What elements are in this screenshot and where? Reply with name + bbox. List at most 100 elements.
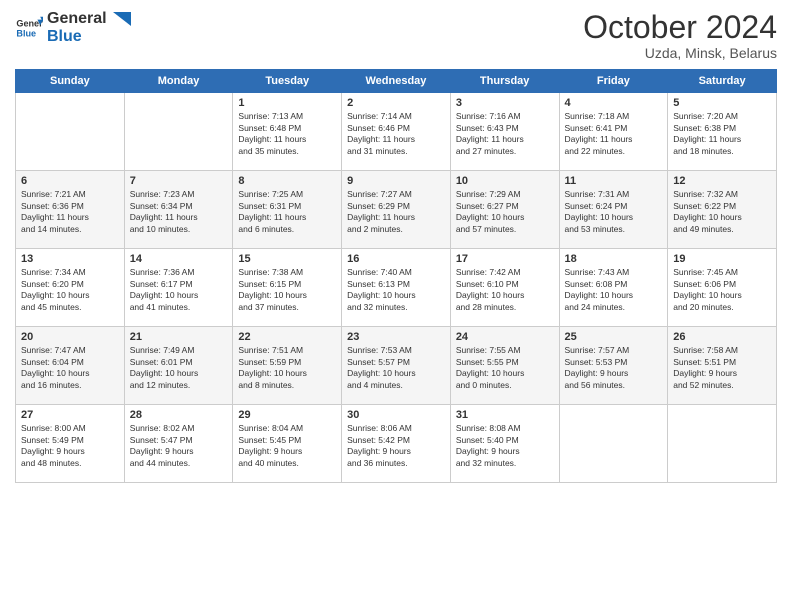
day-number: 16 [347, 253, 445, 265]
day-cell: 23 Sunrise: 7:53 AM Sunset: 5:57 PM Dayli… [342, 327, 451, 405]
day-number: 31 [456, 409, 554, 421]
day-number: 11 [565, 175, 663, 187]
day-detail: Sunrise: 7:27 AM Sunset: 6:29 PM Dayligh… [347, 189, 445, 235]
day-cell: 5Sunrise: 7:20 AM Sunset: 6:38 PM Daylig… [668, 93, 777, 171]
day-number: 17 [456, 253, 554, 265]
day-cell [668, 405, 777, 483]
day-detail: Sunrise: 7:36 AM Sunset: 6:17 PM Dayligh… [130, 267, 228, 313]
location-subtitle: Uzda, Minsk, Belarus [583, 45, 777, 61]
day-number: 4 [565, 97, 663, 109]
day-detail: Sunrise: 8:08 AM Sunset: 5:40 PM Dayligh… [456, 423, 554, 469]
day-cell: 21 Sunrise: 7:49 AM Sunset: 6:01 PM Dayli… [124, 327, 233, 405]
header-saturday: Saturday [668, 70, 777, 93]
logo-icon: General Blue [15, 14, 43, 42]
day-cell: 31 Sunrise: 8:08 AM Sunset: 5:40 PM Dayli… [450, 405, 559, 483]
day-cell: 25 Sunrise: 7:57 AM Sunset: 5:53 PM Dayli… [559, 327, 668, 405]
day-cell: 20 Sunrise: 7:47 AM Sunset: 6:04 PM Dayli… [16, 327, 125, 405]
day-detail: Sunrise: 8:04 AM Sunset: 5:45 PM Dayligh… [238, 423, 336, 469]
calendar-table: SundayMondayTuesdayWednesdayThursdayFrid… [15, 69, 777, 483]
day-cell: 15Sunrise: 7:38 AM Sunset: 6:15 PM Dayli… [233, 249, 342, 327]
day-number: 14 [130, 253, 228, 265]
day-detail: Sunrise: 7:32 AM Sunset: 6:22 PM Dayligh… [673, 189, 771, 235]
logo-blue: Blue [47, 28, 131, 46]
week-row-4: 20 Sunrise: 7:47 AM Sunset: 6:04 PM Dayli… [16, 327, 777, 405]
day-detail: Sunrise: 7:49 AM Sunset: 6:01 PM Dayligh… [130, 345, 228, 391]
day-detail: Sunrise: 7:45 AM Sunset: 6:06 PM Dayligh… [673, 267, 771, 313]
day-detail: Sunrise: 7:51 AM Sunset: 5:59 PM Dayligh… [238, 345, 336, 391]
day-number: 1 [238, 97, 336, 109]
logo: General Blue General Blue [15, 10, 131, 45]
day-detail: Sunrise: 7:55 AM Sunset: 5:55 PM Dayligh… [456, 345, 554, 391]
day-detail: Sunrise: 7:16 AM Sunset: 6:43 PM Dayligh… [456, 111, 554, 157]
calendar-page: General Blue General Blue October 2024 U… [0, 0, 792, 612]
day-detail: Sunrise: 7:42 AM Sunset: 6:10 PM Dayligh… [456, 267, 554, 313]
day-number: 2 [347, 97, 445, 109]
day-detail: Sunrise: 7:58 AM Sunset: 5:51 PM Dayligh… [673, 345, 771, 391]
day-cell [124, 93, 233, 171]
day-cell: 17 Sunrise: 7:42 AM Sunset: 6:10 PM Dayli… [450, 249, 559, 327]
day-detail: Sunrise: 7:20 AM Sunset: 6:38 PM Dayligh… [673, 111, 771, 157]
day-number: 24 [456, 331, 554, 343]
header: General Blue General Blue October 2024 U… [15, 10, 777, 61]
day-cell: 18Sunrise: 7:43 AM Sunset: 6:08 PM Dayli… [559, 249, 668, 327]
day-detail: Sunrise: 7:57 AM Sunset: 5:53 PM Dayligh… [565, 345, 663, 391]
logo-arrow [113, 12, 131, 26]
day-detail: Sunrise: 7:47 AM Sunset: 6:04 PM Dayligh… [21, 345, 119, 391]
week-row-2: 6Sunrise: 7:21 AM Sunset: 6:36 PM Daylig… [16, 171, 777, 249]
day-detail: Sunrise: 7:18 AM Sunset: 6:41 PM Dayligh… [565, 111, 663, 157]
day-number: 22 [238, 331, 336, 343]
day-number: 3 [456, 97, 554, 109]
day-cell: 30Sunrise: 8:06 AM Sunset: 5:42 PM Dayli… [342, 405, 451, 483]
title-block: October 2024 Uzda, Minsk, Belarus [583, 10, 777, 61]
day-number: 10 [456, 175, 554, 187]
logo-general: General [47, 10, 131, 28]
header-thursday: Thursday [450, 70, 559, 93]
day-detail: Sunrise: 7:25 AM Sunset: 6:31 PM Dayligh… [238, 189, 336, 235]
day-cell: 29Sunrise: 8:04 AM Sunset: 5:45 PM Dayli… [233, 405, 342, 483]
day-number: 9 [347, 175, 445, 187]
day-detail: Sunrise: 7:31 AM Sunset: 6:24 PM Dayligh… [565, 189, 663, 235]
day-cell: 28 Sunrise: 8:02 AM Sunset: 5:47 PM Dayli… [124, 405, 233, 483]
day-number: 23 [347, 331, 445, 343]
week-row-1: 1 Sunrise: 7:13 AM Sunset: 6:48 PM Daylig… [16, 93, 777, 171]
day-cell [559, 405, 668, 483]
day-cell: 27Sunrise: 8:00 AM Sunset: 5:49 PM Dayli… [16, 405, 125, 483]
day-number: 8 [238, 175, 336, 187]
day-detail: Sunrise: 8:06 AM Sunset: 5:42 PM Dayligh… [347, 423, 445, 469]
day-cell: 7Sunrise: 7:23 AM Sunset: 6:34 PM Daylig… [124, 171, 233, 249]
day-number: 28 [130, 409, 228, 421]
day-cell: 6Sunrise: 7:21 AM Sunset: 6:36 PM Daylig… [16, 171, 125, 249]
day-detail: Sunrise: 7:38 AM Sunset: 6:15 PM Dayligh… [238, 267, 336, 313]
day-number: 25 [565, 331, 663, 343]
header-sunday: Sunday [16, 70, 125, 93]
header-friday: Friday [559, 70, 668, 93]
day-number: 20 [21, 331, 119, 343]
day-detail: Sunrise: 7:53 AM Sunset: 5:57 PM Dayligh… [347, 345, 445, 391]
day-number: 19 [673, 253, 771, 265]
day-cell: 12Sunrise: 7:32 AM Sunset: 6:22 PM Dayli… [668, 171, 777, 249]
day-cell: 8 Sunrise: 7:25 AM Sunset: 6:31 PM Daylig… [233, 171, 342, 249]
day-detail: Sunrise: 7:13 AM Sunset: 6:48 PM Dayligh… [238, 111, 336, 157]
day-cell: 9 Sunrise: 7:27 AM Sunset: 6:29 PM Daylig… [342, 171, 451, 249]
week-row-3: 13Sunrise: 7:34 AM Sunset: 6:20 PM Dayli… [16, 249, 777, 327]
day-number: 6 [21, 175, 119, 187]
day-detail: Sunrise: 7:40 AM Sunset: 6:13 PM Dayligh… [347, 267, 445, 313]
day-cell: 3 Sunrise: 7:16 AM Sunset: 6:43 PM Daylig… [450, 93, 559, 171]
day-number: 21 [130, 331, 228, 343]
day-cell: 24 Sunrise: 7:55 AM Sunset: 5:55 PM Dayli… [450, 327, 559, 405]
day-cell: 19 Sunrise: 7:45 AM Sunset: 6:06 PM Dayli… [668, 249, 777, 327]
day-detail: Sunrise: 7:14 AM Sunset: 6:46 PM Dayligh… [347, 111, 445, 157]
day-detail: Sunrise: 8:00 AM Sunset: 5:49 PM Dayligh… [21, 423, 119, 469]
day-detail: Sunrise: 7:43 AM Sunset: 6:08 PM Dayligh… [565, 267, 663, 313]
day-cell: 22 Sunrise: 7:51 AM Sunset: 5:59 PM Dayli… [233, 327, 342, 405]
day-cell: 26 Sunrise: 7:58 AM Sunset: 5:51 PM Dayli… [668, 327, 777, 405]
header-monday: Monday [124, 70, 233, 93]
header-row: SundayMondayTuesdayWednesdayThursdayFrid… [16, 70, 777, 93]
day-detail: Sunrise: 8:02 AM Sunset: 5:47 PM Dayligh… [130, 423, 228, 469]
day-number: 26 [673, 331, 771, 343]
day-cell: 11 Sunrise: 7:31 AM Sunset: 6:24 PM Dayli… [559, 171, 668, 249]
week-row-5: 27Sunrise: 8:00 AM Sunset: 5:49 PM Dayli… [16, 405, 777, 483]
day-cell: 13Sunrise: 7:34 AM Sunset: 6:20 PM Dayli… [16, 249, 125, 327]
day-detail: Sunrise: 7:29 AM Sunset: 6:27 PM Dayligh… [456, 189, 554, 235]
day-cell: 4 Sunrise: 7:18 AM Sunset: 6:41 PM Daylig… [559, 93, 668, 171]
